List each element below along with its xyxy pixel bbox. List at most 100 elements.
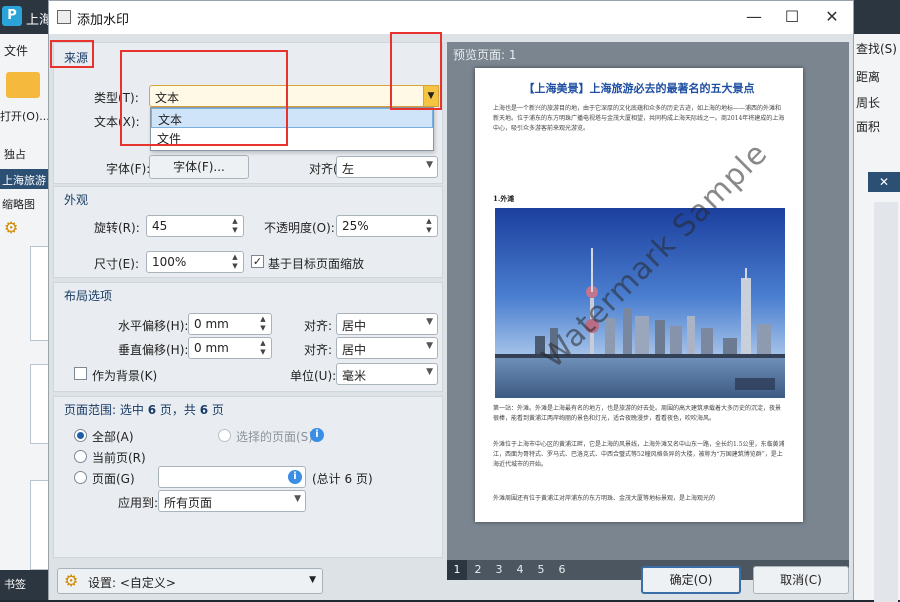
h-align-value: 居中 bbox=[342, 319, 367, 333]
total-count: 6 bbox=[199, 403, 209, 417]
bookmark-panel-title[interactable]: 书签 bbox=[0, 570, 50, 600]
document-paragraph: 外滩位于上海市中心区的黄浦江畔，它是上海的风景线，上海外滩又名中山东一路，全长约… bbox=[493, 441, 785, 468]
distance-tool[interactable]: 距离 bbox=[856, 68, 880, 85]
highlight-source-box bbox=[50, 40, 94, 68]
layout-group-title: 布局选项 bbox=[64, 289, 113, 303]
align-select-value: 左 bbox=[342, 162, 355, 176]
unit-label: 单位(U): bbox=[290, 369, 337, 383]
spin-arrows-icon[interactable]: ▲ ▼ bbox=[424, 217, 434, 235]
settings-value: 设置: <自定义> bbox=[88, 576, 176, 590]
app-logo-icon: P bbox=[2, 6, 22, 26]
radio-pages[interactable] bbox=[74, 471, 87, 484]
perimeter-tool[interactable]: 周长 bbox=[856, 94, 880, 111]
opacity-value: 25% bbox=[342, 219, 369, 233]
background-checkbox[interactable] bbox=[74, 367, 87, 380]
page-range-group: 页面范围: 选中 6 页，共 6 页 全部(A) 选择的页面(S) i 当前页(… bbox=[53, 396, 443, 558]
dialog-title: 添加水印 bbox=[77, 13, 130, 28]
info-icon[interactable]: i bbox=[288, 470, 302, 484]
radio-selected-pages-label: 选择的页面(S) bbox=[236, 430, 313, 444]
apply-to-select[interactable]: 所有页面 ▼ bbox=[158, 490, 306, 512]
chevron-down-icon: ▼ bbox=[294, 494, 301, 504]
minimize-icon[interactable]: — bbox=[737, 5, 771, 29]
gear-icon: ⚙ bbox=[64, 571, 79, 590]
document-paragraph: 第一站：外滩。外滩是上海最有名的地方，也是旅游的好去处。周围的高大建筑承载着大多… bbox=[493, 405, 782, 422]
opacity-spinbox[interactable]: 25% ▲ ▼ bbox=[336, 215, 438, 237]
page-thumbnail[interactable] bbox=[30, 364, 50, 444]
page-range-prefix: 页面范围: 选中 bbox=[64, 403, 144, 417]
size-label: 尺寸(E): bbox=[94, 257, 139, 271]
spin-arrows-icon[interactable]: ▲ ▼ bbox=[230, 253, 240, 271]
cancel-button[interactable]: 取消(C) bbox=[753, 566, 849, 594]
h-offset-value: 0 mm bbox=[194, 317, 229, 331]
apply-to-label: 应用到: bbox=[118, 496, 159, 510]
thumbnail-panel-title: 缩略图 bbox=[2, 198, 35, 211]
h-offset-spinbox[interactable]: 0 mm ▲ ▼ bbox=[188, 313, 272, 335]
app-right-panel: 查找(S) 距离 周长 面积 ✕ bbox=[852, 34, 900, 602]
document-title: 【上海美景】上海旅游必去的最著名的五大景点 bbox=[523, 82, 755, 95]
document-paragraph: 外滩周围还有位于黄浦江对岸浦东的东方明珠、金茂大厦等地标景观，是上海观光的 bbox=[493, 495, 716, 502]
v-align-label: 对齐: bbox=[304, 343, 333, 357]
spin-arrows-icon[interactable]: ▲ ▼ bbox=[258, 339, 268, 357]
radio-current-page[interactable] bbox=[74, 450, 87, 463]
h-offset-label: 水平偏移(H): bbox=[118, 319, 189, 333]
highlight-dropdown-arrow-box bbox=[390, 32, 442, 110]
scale-checkbox-label: 基于目标页面缩放 bbox=[268, 257, 365, 271]
font-button[interactable]: 字体(F)... bbox=[149, 155, 249, 179]
settings-select[interactable]: ⚙ 设置: <自定义> ▼ bbox=[57, 568, 323, 594]
thumbnail-settings-gear-icon[interactable]: ⚙ bbox=[4, 218, 18, 237]
dialog-app-icon bbox=[57, 10, 71, 24]
preview-title: 预览页面: 1 bbox=[453, 48, 517, 62]
dialog-footer: ⚙ 设置: <自定义> ▼ 确定(O) 取消(C) bbox=[53, 564, 849, 596]
v-align-value: 居中 bbox=[342, 343, 367, 357]
solo-button[interactable]: 独占 bbox=[4, 146, 26, 162]
highlight-type-dropdown-box bbox=[120, 50, 288, 146]
scale-checkbox[interactable]: ✓ bbox=[251, 255, 264, 268]
spin-arrows-icon[interactable]: ▲ ▼ bbox=[258, 315, 268, 333]
radio-all[interactable] bbox=[74, 429, 87, 442]
h-align-select[interactable]: 居中 ▼ bbox=[336, 313, 438, 335]
spin-arrows-icon[interactable]: ▲ ▼ bbox=[230, 217, 240, 235]
chevron-down-icon: ▼ bbox=[426, 367, 433, 377]
document-tab[interactable]: 上海旅游 bbox=[0, 169, 50, 189]
v-offset-spinbox[interactable]: 0 mm ▲ ▼ bbox=[188, 337, 272, 359]
close-panel-icon[interactable]: ✕ bbox=[868, 172, 900, 192]
v-align-select[interactable]: 居中 ▼ bbox=[336, 337, 438, 359]
font-label: 字体(F): bbox=[106, 162, 151, 176]
document-section-heading: 1.外滩 bbox=[493, 194, 515, 203]
rotation-spinbox[interactable]: 45 ▲ ▼ bbox=[146, 215, 244, 237]
v-offset-value: 0 mm bbox=[194, 341, 229, 355]
page-range-title: 页面范围: 选中 6 页，共 6 页 bbox=[64, 401, 224, 418]
document-paragraph: 上海也是一个新兴的旅游目的地，由于它深厚的文化底蕴和众多的历史古迹，如上海的地标… bbox=[493, 105, 785, 132]
scrollbar[interactable] bbox=[874, 202, 898, 602]
open-folder-icon[interactable] bbox=[6, 72, 40, 98]
background-checkbox-label: 作为背景(K) bbox=[92, 369, 158, 383]
maximize-icon[interactable]: ☐ bbox=[775, 5, 809, 29]
area-tool[interactable]: 面积 bbox=[856, 118, 880, 135]
chevron-down-icon: ▼ bbox=[426, 317, 433, 327]
appearance-group-title: 外观 bbox=[64, 193, 89, 207]
preview-page: 【上海美景】上海旅游必去的最著名的五大景点 上海也是一个新兴的旅游目的地，由于它… bbox=[475, 68, 803, 522]
layout-group: 布局选项 水平偏移(H): 0 mm ▲ ▼ 对齐: 居中 ▼ 垂直偏移(H): … bbox=[53, 282, 443, 392]
app-left-panel: 文件 打开(O)... 独占 上海旅游 缩略图 ⚙ bbox=[0, 34, 50, 600]
rotation-label: 旋转(R): bbox=[94, 221, 140, 235]
size-spinbox[interactable]: 100% ▲ ▼ bbox=[146, 251, 244, 273]
appearance-group: 外观 旋转(R): 45 ▲ ▼ 不透明度(O): 25% ▲ ▼ 尺寸(E): 1… bbox=[53, 186, 443, 278]
opacity-label: 不透明度(O): bbox=[264, 221, 335, 235]
menu-file[interactable]: 文件 bbox=[4, 42, 28, 59]
info-icon[interactable]: i bbox=[310, 428, 324, 442]
pages-input[interactable] bbox=[158, 466, 306, 488]
selected-count: 6 bbox=[147, 403, 157, 417]
page-range-suffix: 页 bbox=[211, 403, 224, 417]
close-icon[interactable]: ✕ bbox=[815, 5, 849, 29]
page-thumbnail[interactable] bbox=[30, 246, 50, 341]
page-thumbnail[interactable] bbox=[30, 480, 50, 570]
align-select[interactable]: 左 ▼ bbox=[336, 156, 438, 178]
unit-select[interactable]: 毫米 ▼ bbox=[336, 363, 438, 385]
dialog-titlebar: 添加水印 — ☐ ✕ bbox=[49, 1, 853, 33]
page-range-mid: 页，共 bbox=[159, 403, 196, 417]
ok-button[interactable]: 确定(O) bbox=[641, 566, 741, 594]
radio-selected-pages[interactable] bbox=[218, 429, 231, 442]
find-button[interactable]: 查找(S) bbox=[856, 40, 897, 57]
open-button[interactable]: 打开(O)... bbox=[0, 108, 50, 124]
chevron-down-icon: ▼ bbox=[426, 341, 433, 351]
